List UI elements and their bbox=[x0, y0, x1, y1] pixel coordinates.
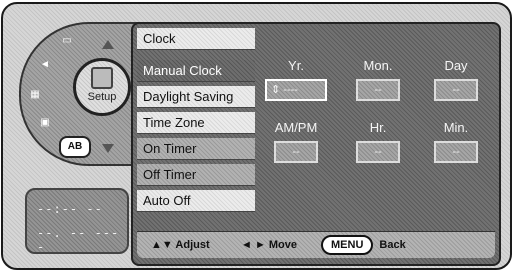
ampm-field-group: AM/PM -- bbox=[263, 120, 329, 163]
ampm-input[interactable]: -- bbox=[274, 141, 318, 163]
adjust-hint: ▲▼ Adjust bbox=[151, 239, 210, 251]
menu-item-off-timer[interactable]: Off Timer bbox=[137, 164, 255, 186]
menu-key[interactable]: MENU bbox=[321, 235, 374, 255]
hour-field-group: Hr. -- bbox=[345, 120, 411, 163]
minute-field-group: Min. -- bbox=[423, 120, 489, 163]
left-panel: ▭ ◄ ▦ ▣ Setup AB --:-- -- --. -- ---- bbox=[3, 4, 143, 272]
ab-badge[interactable]: AB bbox=[59, 136, 91, 158]
minute-input[interactable]: -- bbox=[434, 141, 478, 163]
ampm-label: AM/PM bbox=[274, 120, 318, 135]
hour-label: Hr. bbox=[369, 120, 387, 135]
clock-menu-panel: Clock Manual Clock Daylight Saving Time … bbox=[131, 22, 501, 266]
menu-item-auto-off[interactable]: Auto Off bbox=[137, 190, 255, 212]
year-input[interactable]: ⇕ ---- bbox=[265, 79, 327, 101]
day-field-group: Day -- bbox=[423, 58, 489, 101]
menu-list: Clock Manual Clock Daylight Saving Time … bbox=[137, 28, 255, 216]
clock-display: --:-- -- --. -- ---- bbox=[25, 188, 129, 254]
setup-knob[interactable]: Setup bbox=[73, 58, 131, 116]
menu-item-manual-clock[interactable]: Manual Clock bbox=[137, 60, 255, 82]
year-field-group: Yr. ⇕ ---- bbox=[263, 58, 329, 101]
month-field-group: Mon. -- bbox=[345, 58, 411, 101]
month-label: Mon. bbox=[363, 58, 393, 73]
clock-time: --:-- -- bbox=[37, 202, 103, 216]
hour-input[interactable]: -- bbox=[356, 141, 400, 163]
day-input[interactable]: -- bbox=[434, 79, 478, 101]
clock-date: --. -- ---- bbox=[37, 226, 120, 254]
menu-item-daylight-saving[interactable]: Daylight Saving bbox=[137, 86, 255, 108]
menu-title: Clock bbox=[137, 28, 255, 50]
lock-icon[interactable]: ▣ bbox=[35, 116, 55, 130]
footer-hints: ▲▼ Adjust ◄ ► Move MENU Back bbox=[137, 231, 495, 258]
setup-icon bbox=[91, 67, 113, 89]
move-hint: ◄ ► Move bbox=[241, 239, 298, 251]
back-label: Back bbox=[379, 239, 406, 251]
arrow-down-icon[interactable] bbox=[102, 144, 114, 153]
minute-label: Min. bbox=[443, 120, 469, 135]
speaker-icon[interactable]: ◄ bbox=[35, 58, 55, 72]
menu-item-time-zone[interactable]: Time Zone bbox=[137, 112, 255, 134]
arrow-up-icon[interactable] bbox=[102, 40, 114, 49]
tv-osd-frame: ▭ ◄ ▦ ▣ Setup AB --:-- -- --. -- ---- Cl… bbox=[1, 2, 512, 270]
menu-item-on-timer[interactable]: On Timer bbox=[137, 138, 255, 160]
menu-back-hint: MENU Back bbox=[321, 232, 406, 258]
year-value: ---- bbox=[283, 84, 298, 96]
setup-label: Setup bbox=[87, 91, 117, 103]
year-label: Yr. bbox=[288, 58, 304, 73]
spinner-icon: ⇕ bbox=[271, 84, 281, 96]
screen-icon[interactable]: ▭ bbox=[57, 34, 77, 48]
picture-icon[interactable]: ▦ bbox=[25, 88, 45, 102]
day-label: Day bbox=[444, 58, 468, 73]
month-input[interactable]: -- bbox=[356, 79, 400, 101]
